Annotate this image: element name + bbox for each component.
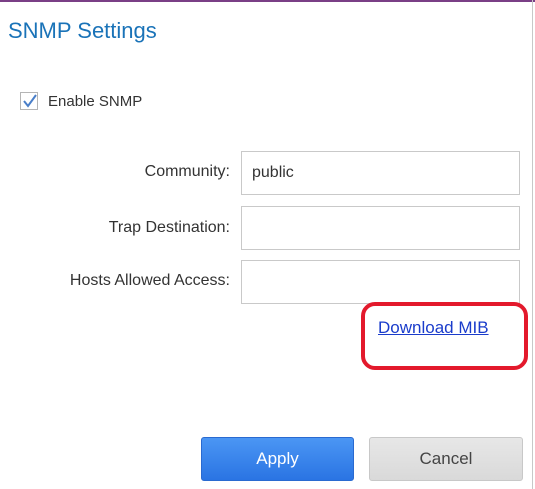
window-top-border bbox=[0, 0, 535, 2]
page-title: SNMP Settings bbox=[8, 18, 157, 43]
trap-destination-input[interactable] bbox=[241, 206, 520, 250]
cancel-button[interactable]: Cancel bbox=[369, 437, 523, 481]
hosts-allowed-access-label: Hosts Allowed Access: bbox=[69, 272, 230, 289]
hosts-allowed-access-input[interactable] bbox=[241, 260, 520, 304]
enable-snmp-row[interactable]: Enable SNMP bbox=[20, 89, 142, 113]
download-mib-link[interactable]: Download MIB bbox=[378, 318, 489, 338]
trap-destination-label: Trap Destination: bbox=[108, 219, 230, 236]
window-right-border bbox=[532, 0, 533, 489]
enable-snmp-label: Enable SNMP bbox=[48, 92, 143, 110]
community-input[interactable] bbox=[241, 151, 520, 195]
check-icon bbox=[23, 94, 37, 108]
community-label: Community: bbox=[144, 163, 230, 180]
enable-snmp-checkbox[interactable] bbox=[20, 92, 38, 110]
apply-button[interactable]: Apply bbox=[201, 437, 354, 481]
